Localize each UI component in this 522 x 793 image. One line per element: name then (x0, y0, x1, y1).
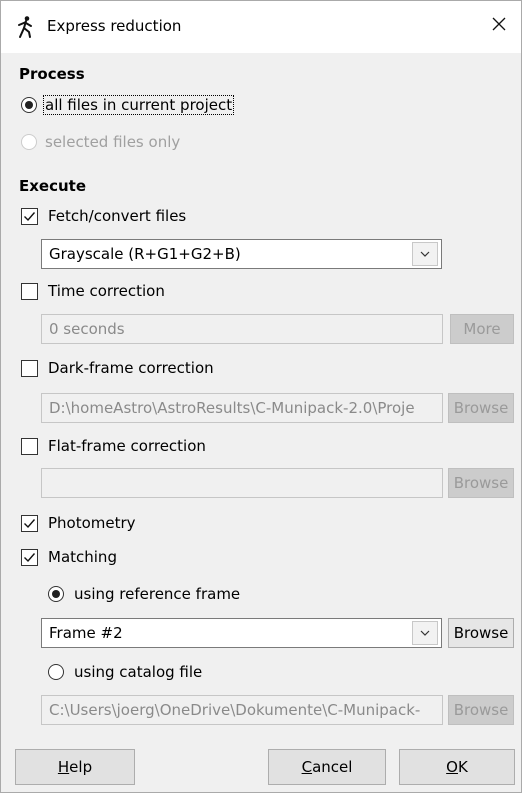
window-title: Express reduction (47, 17, 182, 35)
dark-frame-checkbox[interactable]: Dark-frame correction (21, 359, 214, 377)
ok-rest: K (457, 758, 468, 776)
fetch-convert-label: Fetch/convert files (48, 207, 187, 225)
reference-frame-select[interactable]: Frame #2 (41, 618, 442, 648)
color-mode-value: Grayscale (R+G1+G2+B) (49, 245, 241, 263)
running-figure-icon (15, 15, 37, 39)
time-correction-label: Time correction (48, 282, 165, 300)
chevron-down-icon[interactable] (412, 621, 438, 645)
help-rest: elp (69, 758, 93, 776)
radio-selected-files: selected files only (21, 133, 180, 151)
checkbox[interactable] (21, 207, 38, 225)
checkbox[interactable] (21, 548, 38, 566)
reference-frame-value: Frame #2 (49, 624, 123, 642)
flat-frame-path-field (41, 468, 443, 498)
reference-frame-label: using reference frame (74, 585, 241, 603)
express-reduction-dialog: Express reduction Process all files in c… (0, 0, 522, 793)
checkmark-icon (24, 518, 36, 528)
flat-frame-label: Flat-frame correction (48, 437, 206, 455)
flat-browse-button: Browse (448, 468, 514, 498)
cancel-accel: C (301, 758, 313, 776)
time-offset-field: 0 seconds (41, 314, 443, 344)
radio-reference-frame[interactable]: using reference frame (48, 585, 240, 603)
radio-all-files-label: all files in current project (42, 95, 235, 115)
photometry-label: Photometry (48, 514, 136, 532)
dark-browse-button: Browse (448, 393, 514, 423)
checkbox[interactable] (21, 359, 38, 377)
time-offset-value: 0 seconds (49, 320, 125, 338)
flat-frame-checkbox[interactable]: Flat-frame correction (21, 437, 206, 455)
dark-frame-label: Dark-frame correction (48, 359, 214, 377)
close-icon (492, 17, 506, 35)
help-accel: H (57, 758, 70, 776)
close-button[interactable] (481, 7, 517, 45)
radio-selected-files-label: selected files only (45, 133, 181, 151)
more-button: More (450, 314, 514, 344)
checkbox[interactable] (21, 514, 38, 532)
radio-button[interactable] (48, 664, 64, 680)
radio-button[interactable] (48, 586, 64, 602)
process-heading: Process (19, 65, 85, 83)
cancel-rest: ancel (312, 758, 353, 776)
checkmark-icon (24, 552, 36, 562)
checkmark-icon (24, 211, 36, 221)
catalog-path-field: C:\Users\joerg\OneDrive\Dokumente\C-Muni… (41, 695, 443, 725)
radio-all-files[interactable]: all files in current project (21, 95, 235, 115)
title-bar: Express reduction (1, 1, 521, 53)
ok-button[interactable]: OK (399, 749, 515, 785)
radio-button (21, 134, 37, 150)
help-button[interactable]: Help (15, 749, 135, 785)
dark-frame-path-value: D:\homeAstro\AstroResults\C-Munipack-2.0… (49, 399, 415, 417)
cancel-button[interactable]: Cancel (268, 749, 386, 785)
catalog-file-label: using catalog file (74, 663, 203, 681)
fetch-convert-checkbox[interactable]: Fetch/convert files (21, 207, 186, 225)
chevron-down-icon[interactable] (412, 242, 438, 266)
reference-browse-button[interactable]: Browse (448, 618, 514, 648)
radio-catalog-file[interactable]: using catalog file (48, 663, 202, 681)
dark-frame-path-field: D:\homeAstro\AstroResults\C-Munipack-2.0… (41, 393, 443, 423)
checkbox[interactable] (21, 437, 38, 455)
execute-heading: Execute (19, 177, 87, 195)
catalog-path-value: C:\Users\joerg\OneDrive\Dokumente\C-Muni… (49, 701, 421, 719)
photometry-checkbox[interactable]: Photometry (21, 514, 136, 532)
matching-checkbox[interactable]: Matching (21, 548, 117, 566)
checkbox[interactable] (21, 282, 38, 300)
ok-accel: O (446, 758, 458, 776)
matching-label: Matching (48, 548, 117, 566)
radio-button[interactable] (21, 97, 37, 113)
color-mode-select[interactable]: Grayscale (R+G1+G2+B) (41, 239, 442, 269)
time-correction-checkbox[interactable]: Time correction (21, 282, 165, 300)
catalog-browse-button: Browse (448, 695, 514, 725)
